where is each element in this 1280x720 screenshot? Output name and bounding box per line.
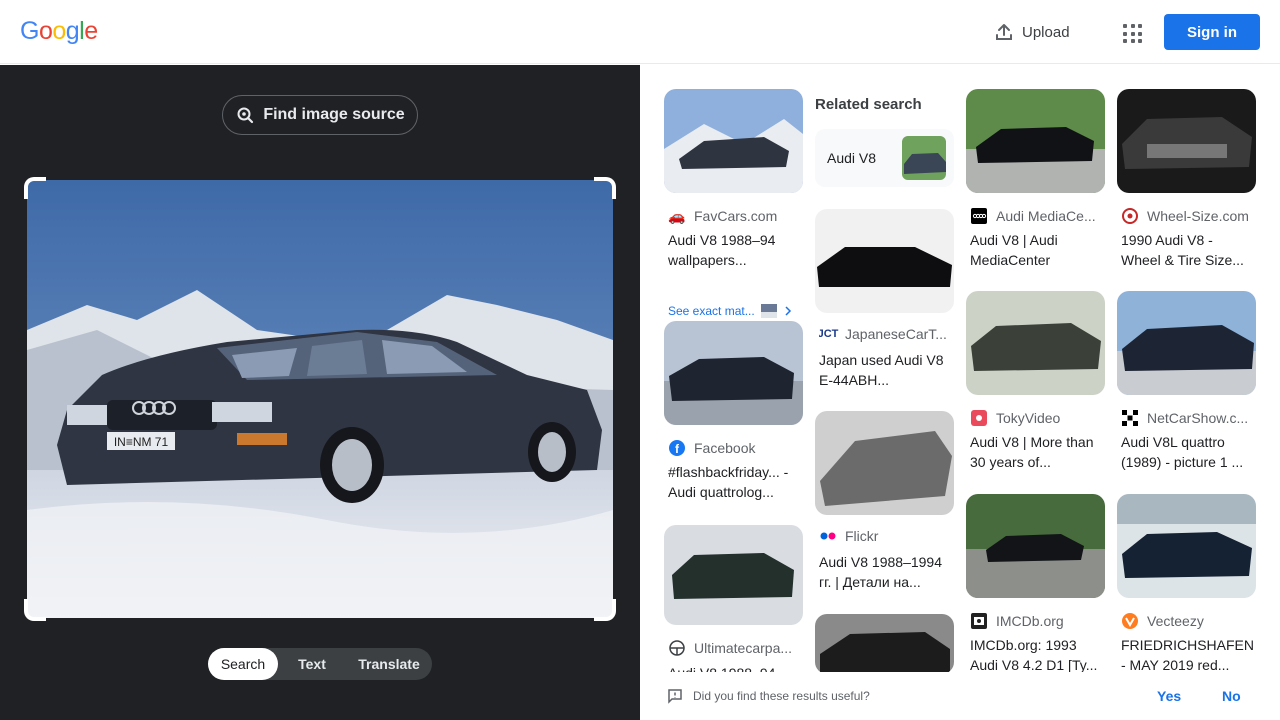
grid-apps-icon[interactable] <box>1118 18 1146 46</box>
result-source: IMCDb.org <box>970 612 1105 630</box>
feedback-icon <box>668 689 682 704</box>
tab-translate[interactable]: Translate <box>346 648 432 680</box>
result-title: Audi V8 | Audi MediaCenter <box>970 232 1058 268</box>
flickr-icon <box>819 527 837 545</box>
logo-letter: o <box>38 17 53 45</box>
result-source: JCT JapaneseCarT... <box>819 326 947 342</box>
related-search-heading: Related search <box>815 96 922 113</box>
upload-icon <box>996 24 1012 40</box>
result-thumbnail <box>815 411 954 515</box>
lens-search-icon <box>237 107 254 124</box>
tab-search[interactable]: Search <box>208 648 278 680</box>
result-title: 1990 Audi V8 - Wheel & Tire Size... <box>1121 232 1244 268</box>
feedback-yes-button[interactable]: Yes <box>1157 688 1181 704</box>
steering-wheel-icon <box>668 639 686 657</box>
query-image-pane: Find image source IN≡NM 71 Search Text T… <box>0 65 640 720</box>
result-source: Ultimatecarpa... <box>668 639 803 657</box>
result-thumbnail <box>966 89 1105 193</box>
see-exact-matches-link[interactable]: See exact mat... <box>668 304 793 318</box>
result-title: Audi V8 1988–1994 гг. | Детали на... <box>819 554 942 590</box>
tab-text[interactable]: Text <box>278 648 346 680</box>
result-source: Vecteezy <box>1121 612 1256 630</box>
result-title: Audi V8 1988–94 wallpapers... <box>668 232 776 268</box>
logo-letter: G <box>20 17 39 45</box>
result-source: f Facebook <box>668 439 803 457</box>
related-search-chip[interactable]: Audi V8 <box>815 129 954 187</box>
logo-letter: o <box>52 17 66 45</box>
result-title: #flashbackfriday... - Audi quattrolog... <box>668 464 789 500</box>
result-thumbnail <box>966 291 1105 395</box>
google-logo[interactable]: Google <box>20 17 98 46</box>
result-source: TokyVideo <box>970 409 1105 427</box>
upload-label: Upload <box>1022 23 1070 41</box>
feedback-bar: Did you find these results useful? Yes N… <box>640 672 1280 720</box>
result-thumbnail <box>664 89 803 193</box>
query-car-photo: IN≡NM 71 <box>27 180 613 618</box>
result-thumbnail <box>664 525 803 625</box>
feedback-question: Did you find these results useful? <box>693 689 870 703</box>
result-thumbnail <box>966 494 1105 598</box>
result-source: Wheel-Size.com <box>1121 207 1256 225</box>
result-source: 🚗 FavCars.com <box>668 207 778 225</box>
result-thumbnail <box>815 209 954 313</box>
mode-tabs: Search Text Translate <box>208 648 432 680</box>
find-image-source-label: Find image source <box>263 106 405 123</box>
jct-logo-icon: JCT <box>819 328 839 340</box>
results-pane: 🚗 FavCars.com Audi V8 1988–94 wallpapers… <box>640 65 1280 720</box>
tokyvideo-icon <box>970 409 988 427</box>
imcdb-icon <box>970 612 988 630</box>
sign-in-button[interactable]: Sign in <box>1164 14 1260 50</box>
result-source: Audi MediaCe... <box>970 207 1105 225</box>
result-thumbnail <box>1117 89 1256 193</box>
find-image-source-button[interactable]: Find image source <box>222 95 418 135</box>
audi-mediacenter-icon <box>970 207 988 225</box>
result-thumbnail <box>1117 291 1256 395</box>
facebook-icon: f <box>668 439 686 457</box>
vecteezy-icon <box>1121 612 1139 630</box>
result-thumbnail <box>664 321 803 425</box>
logo-letter: e <box>84 17 98 45</box>
result-thumbnail <box>815 614 954 674</box>
result-source: Flickr <box>819 527 954 545</box>
wheel-size-icon <box>1121 207 1139 225</box>
netcarshow-icon <box>1121 409 1139 427</box>
result-title: Audi V8 | More than 30 years of... <box>970 434 1094 470</box>
car-favicon-icon: 🚗 <box>668 207 686 224</box>
result-source: NetCarShow.c... <box>1121 409 1256 427</box>
svg-text:IN≡NM 71: IN≡NM 71 <box>114 435 169 449</box>
header-bar: Google Upload Sign in <box>0 0 1280 64</box>
result-title: Audi V8L quattro (1989) - picture 1 ... <box>1121 434 1244 470</box>
logo-letter: g <box>65 17 80 45</box>
crop-selection[interactable]: IN≡NM 71 <box>24 177 616 621</box>
chevron-right-icon <box>785 306 791 316</box>
result-title: FRIEDRICHSHAFEN - MAY 2019 red... <box>1121 637 1255 673</box>
result-title: Japan used Audi V8 E-44ABH... <box>819 352 944 388</box>
result-title: IMCDb.org: 1993 Audi V8 4.2 D1 [Ty... <box>970 637 1098 673</box>
result-thumbnail <box>1117 494 1256 598</box>
upload-button[interactable]: Upload <box>984 14 1076 50</box>
feedback-no-button[interactable]: No <box>1222 688 1241 704</box>
